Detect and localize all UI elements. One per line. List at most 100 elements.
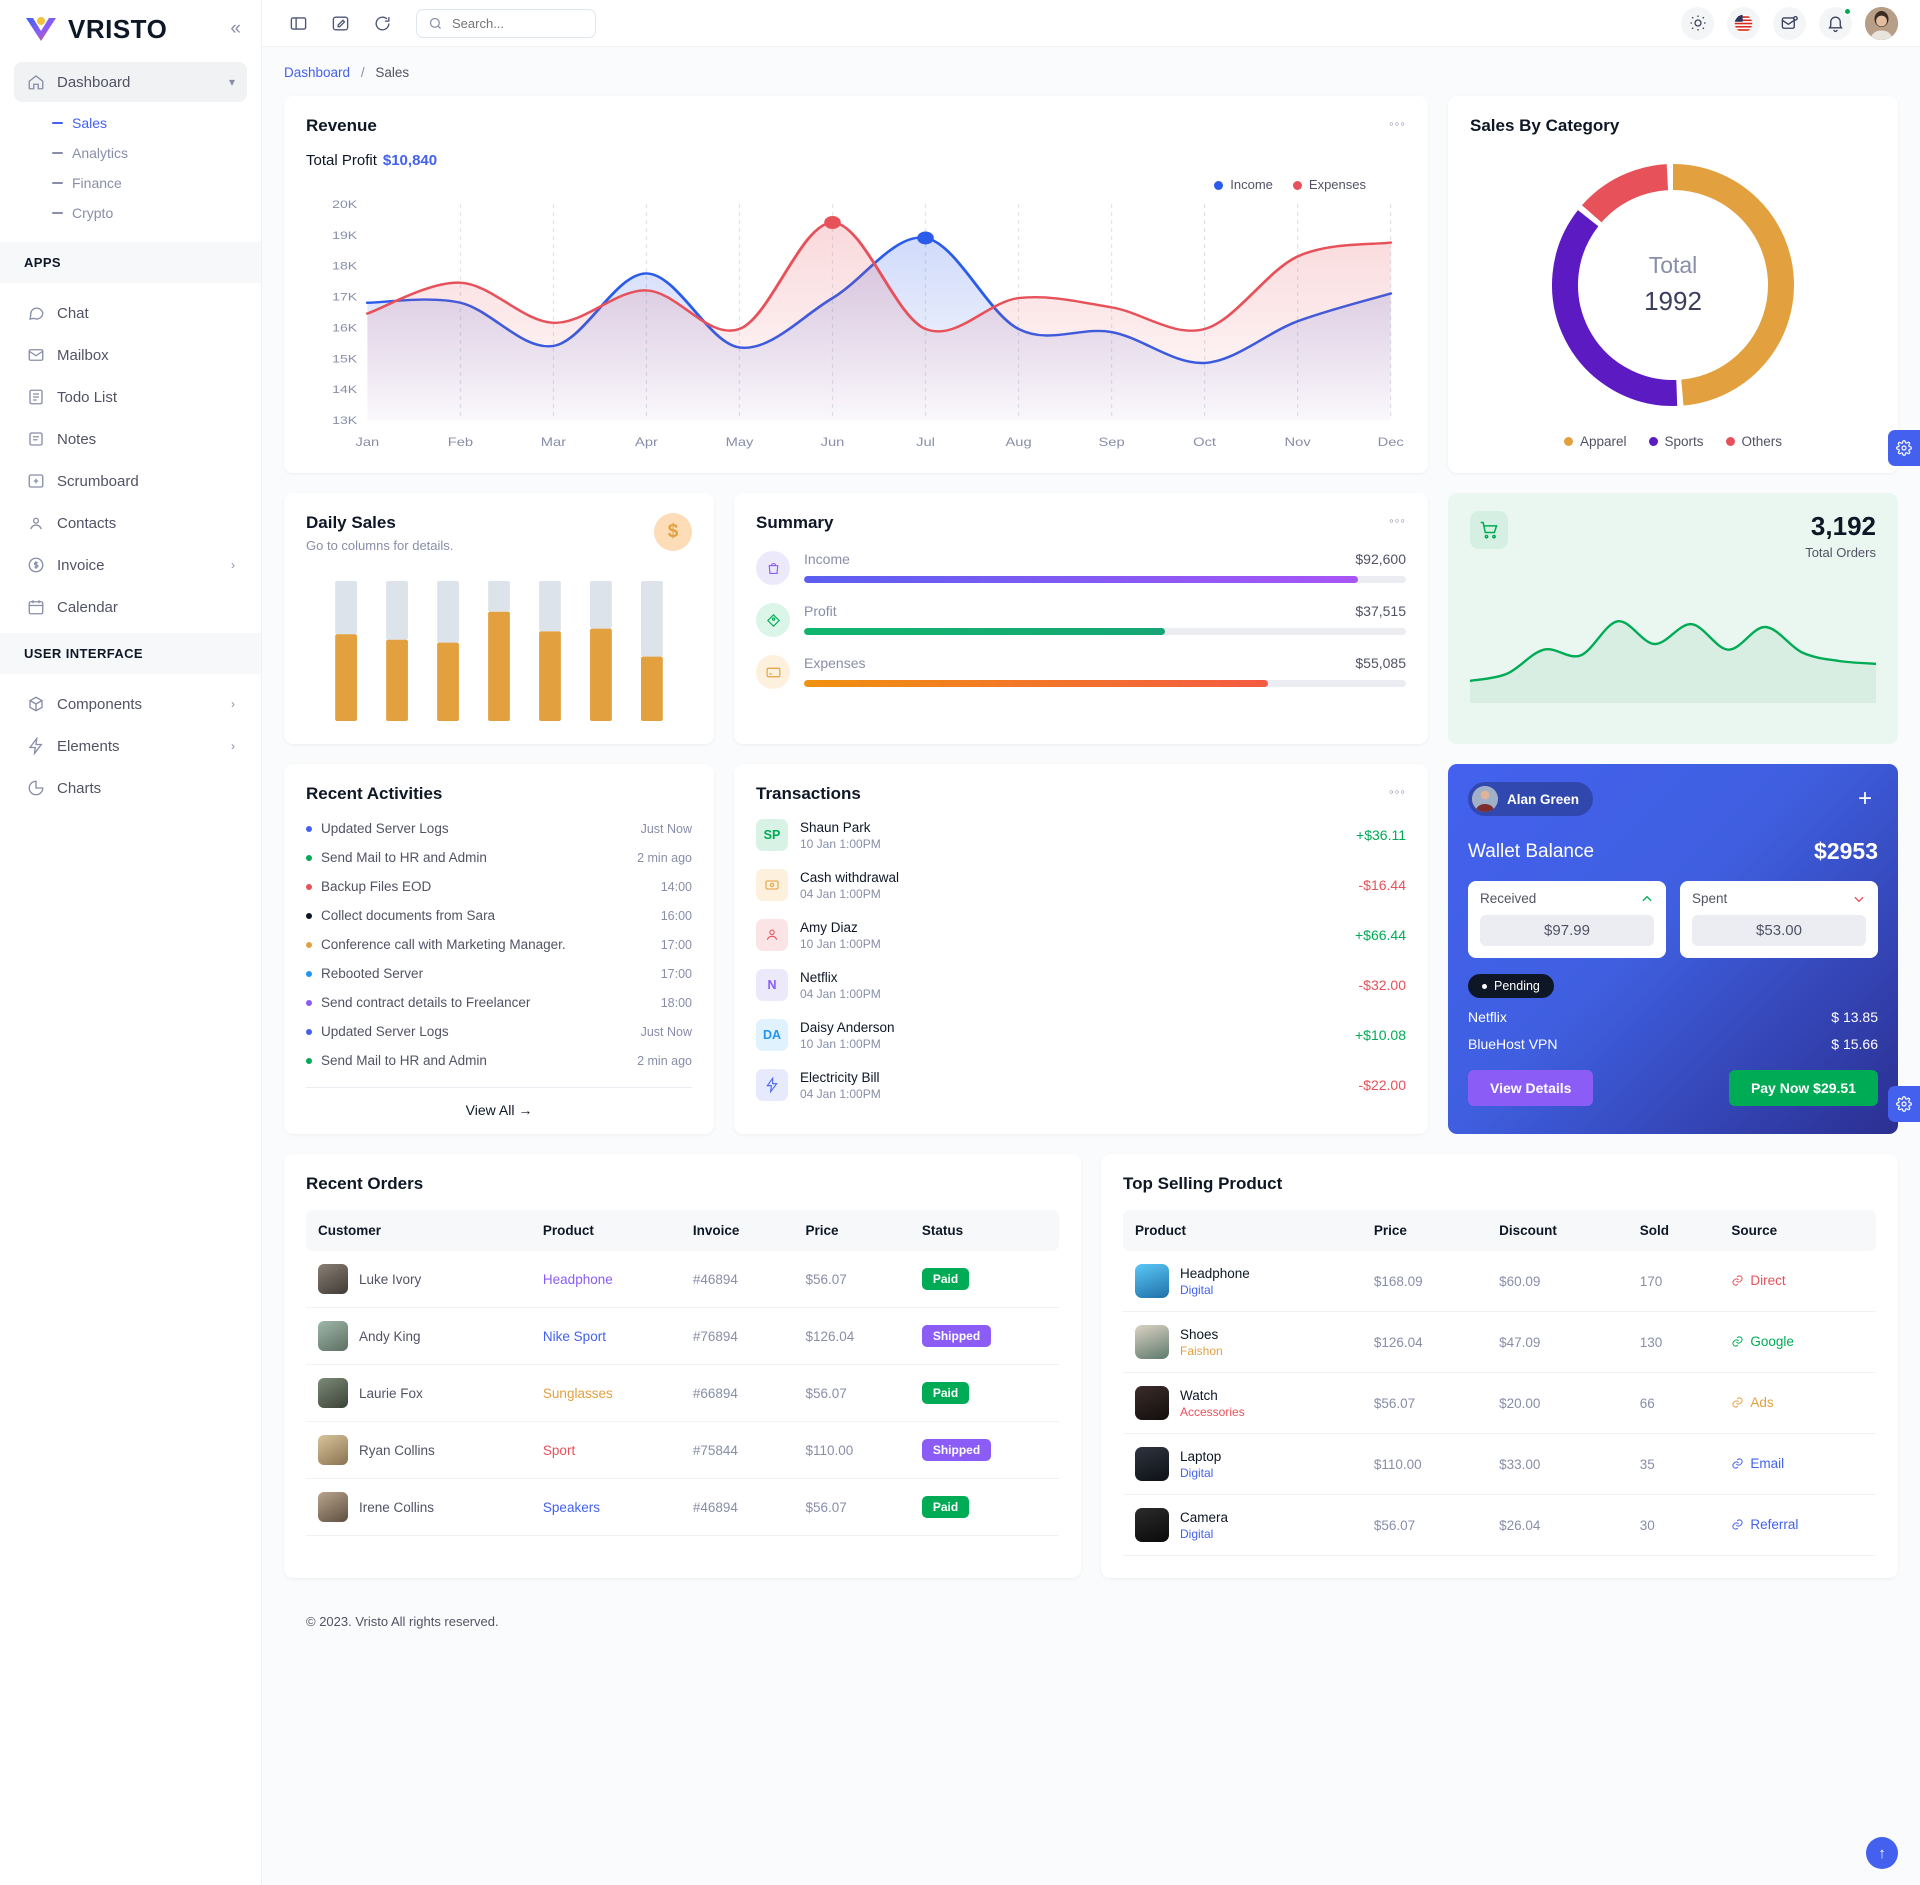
- view-details-button[interactable]: View Details: [1468, 1070, 1593, 1106]
- sidebar-collapse-button[interactable]: «: [230, 18, 241, 40]
- table-row[interactable]: Laurie Fox Sunglasses #66894 $56.07 Paid: [306, 1365, 1059, 1422]
- plus-icon[interactable]: +: [1852, 786, 1878, 812]
- svg-text:13K: 13K: [332, 414, 358, 426]
- wallet-received-box[interactable]: Received $97.99: [1468, 881, 1666, 958]
- sidebar-item-charts[interactable]: Charts: [14, 768, 247, 808]
- sidebar-item-sales[interactable]: Sales: [48, 108, 247, 138]
- legend-others[interactable]: Others: [1726, 434, 1783, 449]
- wallet-card: Alan Green + Wallet Balance $2953 Receiv…: [1448, 764, 1898, 1134]
- revenue-menu-button[interactable]: ◦◦◦: [1389, 116, 1406, 131]
- list-item[interactable]: DA Daisy Anderson 10 Jan 1:00PM +$10.08: [756, 1010, 1406, 1060]
- sidebar-item-scrumboard[interactable]: Scrumboard: [14, 461, 247, 501]
- sidebar-item-invoice[interactable]: Invoice ›: [14, 545, 247, 585]
- pay-now-button[interactable]: Pay Now $29.51: [1729, 1070, 1878, 1106]
- sidebar-toggle-icon[interactable]: [284, 9, 312, 37]
- legend-apparel[interactable]: Apparel: [1564, 434, 1627, 449]
- source-link[interactable]: Email: [1731, 1456, 1784, 1471]
- edit-icon[interactable]: [326, 9, 354, 37]
- sidebar-item-elements[interactable]: Elements ›: [14, 726, 247, 766]
- user-avatar[interactable]: [1865, 7, 1898, 40]
- list-item[interactable]: Electricity Bill 04 Jan 1:00PM -$22.00: [756, 1060, 1406, 1110]
- mail-icon[interactable]: [1773, 7, 1806, 40]
- list-item[interactable]: Send Mail to HR and Admin 2 min ago: [306, 1046, 692, 1075]
- theme-customizer-button-bottom[interactable]: [1888, 1086, 1920, 1122]
- product-link[interactable]: Headphone: [543, 1272, 613, 1287]
- sidebar-item-finance[interactable]: Finance: [48, 168, 247, 198]
- table-row[interactable]: HeadphoneDigital $168.09 $60.09 170 Dire…: [1123, 1251, 1876, 1312]
- table-row[interactable]: LaptopDigital $110.00 $33.00 35 Email: [1123, 1434, 1876, 1495]
- cell-status: Paid: [910, 1479, 1059, 1536]
- sidebar-item-mailbox[interactable]: Mailbox: [14, 335, 247, 375]
- legend-sports[interactable]: Sports: [1649, 434, 1704, 449]
- sidebar-item-crypto[interactable]: Crypto: [48, 198, 247, 228]
- refresh-icon[interactable]: [368, 9, 396, 37]
- transaction-date: 04 Jan 1:00PM: [800, 887, 899, 901]
- table-row[interactable]: Irene Collins Speakers #46894 $56.07 Pai…: [306, 1479, 1059, 1536]
- cell-product: HeadphoneDigital: [1123, 1251, 1362, 1312]
- product-link[interactable]: Speakers: [543, 1500, 600, 1515]
- wallet-spent-box[interactable]: Spent $53.00: [1680, 881, 1878, 958]
- sidebar-item-notes[interactable]: Notes: [14, 419, 247, 459]
- theme-sun-icon[interactable]: [1681, 7, 1714, 40]
- customer-name: Luke Ivory: [359, 1272, 421, 1287]
- breadcrumb-dashboard[interactable]: Dashboard: [284, 65, 350, 80]
- list-item[interactable]: SP Shaun Park 10 Jan 1:00PM +$36.11: [756, 810, 1406, 860]
- product-link[interactable]: Nike Sport: [543, 1329, 606, 1344]
- source-link[interactable]: Direct: [1731, 1273, 1785, 1288]
- bell-icon[interactable]: [1819, 7, 1852, 40]
- sidebar-item-chat[interactable]: Chat: [14, 293, 247, 333]
- cell-customer: Luke Ivory: [306, 1251, 531, 1308]
- list-item[interactable]: Backup Files EOD 14:00: [306, 872, 692, 901]
- theme-customizer-button-top[interactable]: [1888, 430, 1920, 466]
- table-row[interactable]: Luke Ivory Headphone #46894 $56.07 Paid: [306, 1251, 1059, 1308]
- cell-discount: $60.09: [1487, 1251, 1628, 1312]
- list-item[interactable]: Send Mail to HR and Admin 2 min ago: [306, 843, 692, 872]
- sales-by-category-card: Sales By Category Total 1992 Apparel Spo…: [1448, 96, 1898, 473]
- summary-title: Summary: [756, 513, 833, 533]
- scroll-to-top-button[interactable]: ↑: [1866, 1837, 1898, 1869]
- list-item[interactable]: Collect documents from Sara 16:00: [306, 901, 692, 930]
- language-flag-icon[interactable]: [1727, 7, 1760, 40]
- search-box[interactable]: [416, 9, 596, 38]
- cash-icon: [756, 869, 788, 901]
- sidebar-item-components[interactable]: Components ›: [14, 684, 247, 724]
- transaction-name: Amy Diaz: [800, 920, 881, 935]
- list-item[interactable]: N Netflix 04 Jan 1:00PM -$32.00: [756, 960, 1406, 1010]
- table-row[interactable]: WatchAccessories $56.07 $20.00 66 Ads: [1123, 1373, 1876, 1434]
- list-item[interactable]: Conference call with Marketing Manager. …: [306, 930, 692, 959]
- sidebar-item-calendar[interactable]: Calendar: [14, 587, 247, 627]
- product-link[interactable]: Sport: [543, 1443, 575, 1458]
- product-link[interactable]: Sunglasses: [543, 1386, 613, 1401]
- list-item[interactable]: Updated Server Logs Just Now: [306, 1017, 692, 1046]
- source-link[interactable]: Referral: [1731, 1517, 1798, 1532]
- list-item[interactable]: Send contract details to Freelancer 18:0…: [306, 988, 692, 1017]
- sidebar-item-todo-list[interactable]: Todo List: [14, 377, 247, 417]
- search-input[interactable]: [452, 16, 572, 31]
- wallet-user-name: Alan Green: [1507, 792, 1579, 807]
- cell-source: Ads: [1719, 1373, 1876, 1434]
- list-item[interactable]: Rebooted Server 17:00: [306, 959, 692, 988]
- transactions-menu-button[interactable]: ◦◦◦: [1389, 784, 1406, 799]
- sidebar-item-contacts[interactable]: Contacts: [14, 503, 247, 543]
- summary-menu-button[interactable]: ◦◦◦: [1389, 513, 1406, 528]
- source-link[interactable]: Google: [1731, 1334, 1794, 1349]
- sidebar-item-analytics[interactable]: Analytics: [48, 138, 247, 168]
- list-item[interactable]: Amy Diaz 10 Jan 1:00PM +$66.44: [756, 910, 1406, 960]
- progress-bar: [804, 576, 1406, 583]
- source-link[interactable]: Ads: [1731, 1395, 1773, 1410]
- list-item[interactable]: Updated Server Logs Just Now: [306, 814, 692, 843]
- line-value: $ 15.66: [1831, 1036, 1878, 1052]
- table-row[interactable]: ShoesFaishon $126.04 $47.09 130 Google: [1123, 1312, 1876, 1373]
- view-all-button[interactable]: View All →: [306, 1087, 692, 1118]
- sidebar-item-dashboard[interactable]: Dashboard ▾: [14, 62, 247, 102]
- legend-expenses[interactable]: Expenses: [1293, 177, 1366, 192]
- legend-income[interactable]: Income: [1214, 177, 1273, 192]
- table-row[interactable]: Andy King Nike Sport #76894 $126.04 Ship…: [306, 1308, 1059, 1365]
- table-row[interactable]: CameraDigital $56.07 $26.04 30 Referral: [1123, 1495, 1876, 1556]
- transaction-amount: -$22.00: [1359, 1077, 1406, 1093]
- list-item[interactable]: Cash withdrawal 04 Jan 1:00PM -$16.44: [756, 860, 1406, 910]
- link-icon: [1731, 1457, 1744, 1470]
- wallet-user[interactable]: Alan Green: [1468, 782, 1593, 816]
- summary-header: Summary ◦◦◦: [756, 513, 1406, 533]
- table-row[interactable]: Ryan Collins Sport #75844 $110.00 Shippe…: [306, 1422, 1059, 1479]
